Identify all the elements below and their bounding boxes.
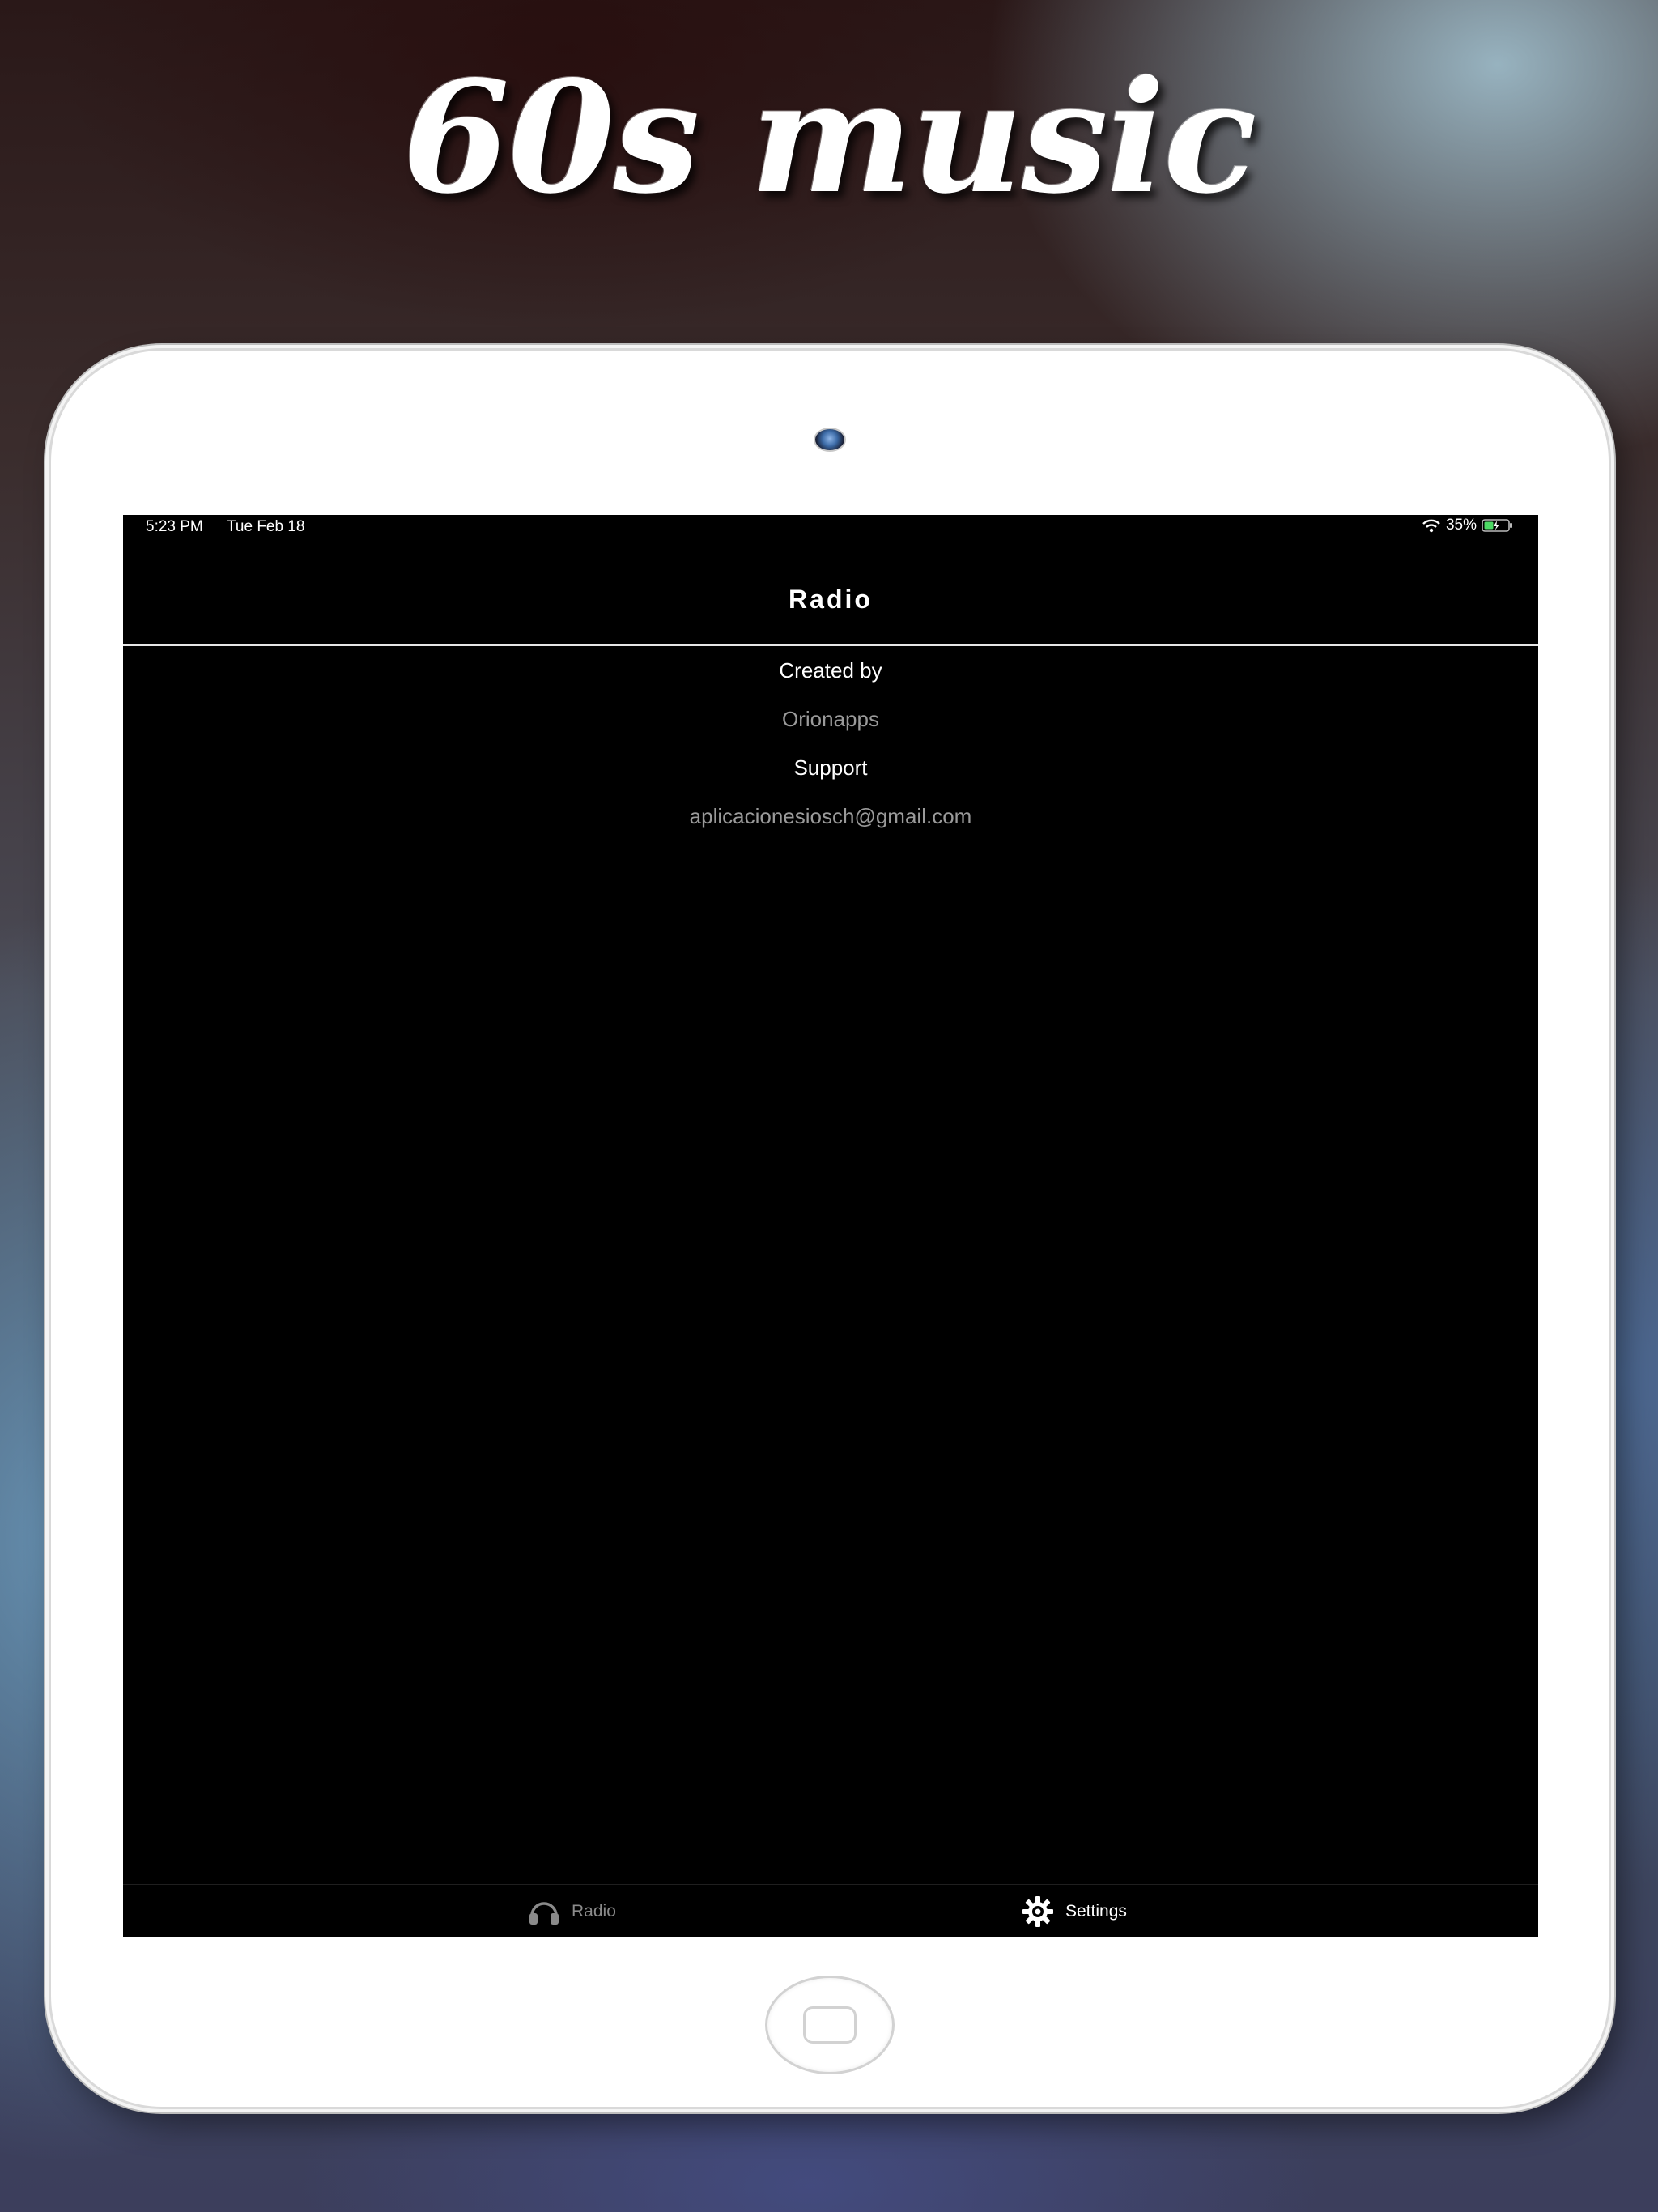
- status-bar: 5:23 PM Tue Feb 18 35%: [123, 515, 1538, 539]
- app-screen: 5:23 PM Tue Feb 18 35% Radio Created by …: [123, 515, 1538, 1937]
- headphones-icon: [529, 1901, 559, 1925]
- tab-bar: Radio Settings: [123, 1884, 1538, 1937]
- support-email-link[interactable]: aplicacionesiosch@gmail.com: [123, 792, 1538, 840]
- battery-percent: 35%: [1445, 517, 1477, 534]
- home-button-glyph: [803, 2006, 857, 2044]
- support-heading: Support: [793, 755, 868, 780]
- status-time: 5:23 PM: [146, 518, 203, 535]
- created-by-heading: Created by: [779, 658, 882, 683]
- gear-icon: [1022, 1895, 1053, 1927]
- tab-settings[interactable]: Settings: [1022, 1885, 1127, 1937]
- wifi-icon: [1422, 519, 1440, 533]
- status-indicators: 35%: [1422, 517, 1514, 534]
- settings-list: Created by Orionapps Support aplicacione…: [123, 646, 1538, 840]
- home-button[interactable]: [765, 1976, 895, 2074]
- navigation-bar: Radio: [123, 539, 1538, 646]
- status-date: Tue Feb 18: [227, 518, 305, 535]
- tab-settings-label: Settings: [1065, 1901, 1127, 1921]
- developer-name[interactable]: Orionapps: [123, 695, 1538, 743]
- nav-title: Radio: [789, 585, 873, 614]
- battery-charging-icon: [1482, 519, 1512, 532]
- promo-headline: 60s music: [402, 47, 1257, 228]
- tab-radio-label: Radio: [572, 1901, 616, 1921]
- front-camera: [814, 428, 846, 452]
- tab-radio[interactable]: Radio: [528, 1885, 616, 1937]
